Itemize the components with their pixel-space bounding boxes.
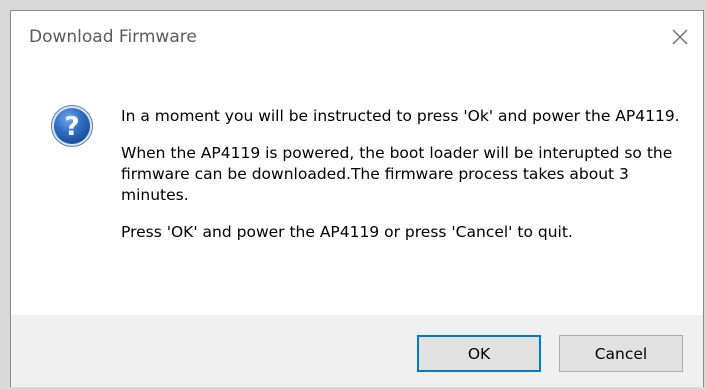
close-icon	[672, 29, 688, 45]
cancel-button[interactable]: Cancel	[559, 335, 683, 372]
svg-text:?: ?	[64, 112, 79, 142]
message-line-1: In a moment you will be instructed to pr…	[121, 107, 680, 125]
window-title: Download Firmware	[29, 27, 197, 47]
close-button[interactable]	[663, 21, 697, 53]
question-icon: ?	[51, 105, 93, 147]
title-bar[interactable]: Download Firmware	[11, 11, 703, 65]
message-text: In a moment you will be instructed to pr…	[121, 106, 681, 259]
ok-button[interactable]: OK	[417, 335, 541, 372]
download-firmware-dialog: Download Firmware ? In a moment you will…	[10, 10, 704, 387]
message-line-2: When the AP4119 is powered, the boot loa…	[121, 144, 673, 204]
dialog-content: ? In a moment you will be instructed to …	[11, 65, 703, 315]
button-bar: OK Cancel	[11, 315, 703, 387]
message-line-3: Press 'OK' and power the AP4119 or press…	[121, 223, 573, 241]
